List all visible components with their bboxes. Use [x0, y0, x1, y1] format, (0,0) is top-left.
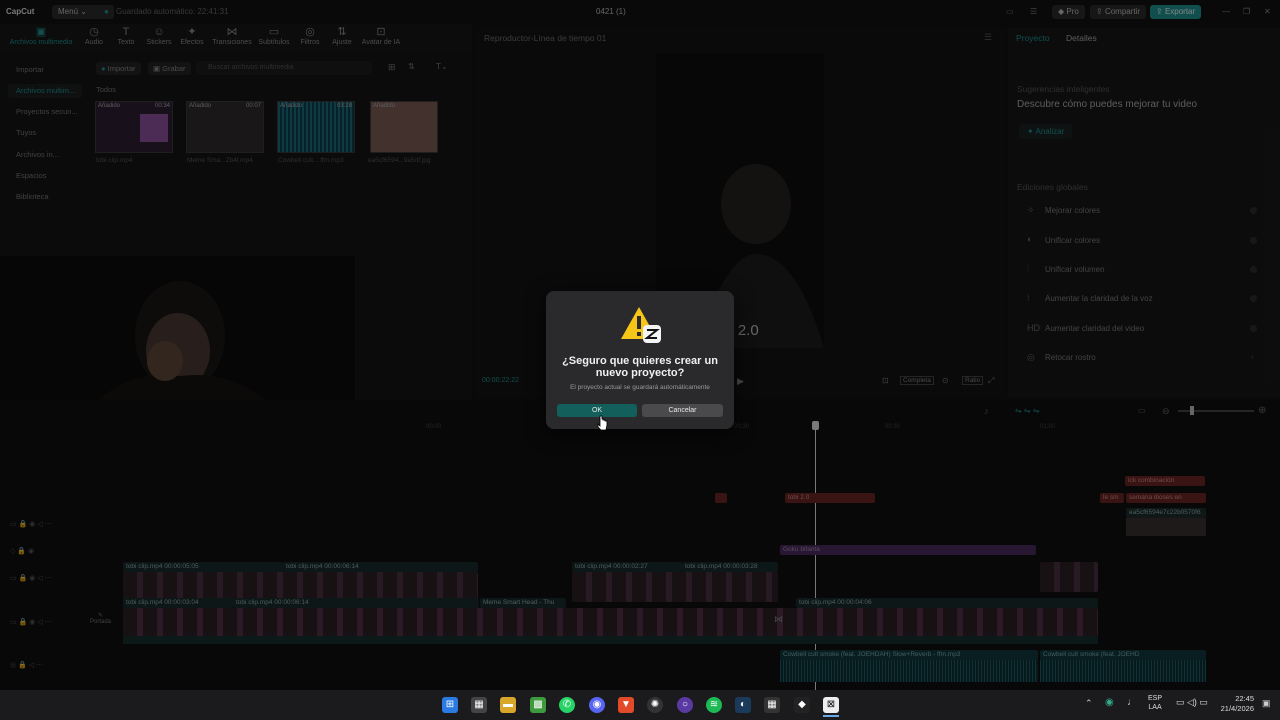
- tray-icon[interactable]: ◉: [1105, 697, 1114, 708]
- discord-icon[interactable]: ◉: [589, 697, 605, 713]
- mouse-cursor-icon: [597, 415, 608, 431]
- brave-icon[interactable]: ▼: [618, 697, 634, 713]
- spotify-icon[interactable]: ≋: [706, 697, 722, 713]
- dialog-subtitle: El proyecto actual se guardará automátic…: [570, 384, 710, 391]
- network-icon[interactable]: ▭ ◁) ▭: [1176, 697, 1208, 708]
- minecraft-icon[interactable]: ▩: [530, 697, 546, 713]
- new-project-dialog: ¿Seguro que quieres crear un nuevo proye…: [546, 291, 734, 429]
- whatsapp-icon[interactable]: ✆: [559, 697, 575, 713]
- steam-icon[interactable]: ◐: [735, 697, 751, 713]
- chevron-up-icon[interactable]: ⌃: [1085, 698, 1093, 709]
- mic-icon[interactable]: ♩: [1127, 697, 1137, 708]
- dialog-title: ¿Seguro que quieres crear un nuevo proye…: [562, 355, 718, 379]
- app-icon[interactable]: ○: [677, 697, 693, 713]
- clock[interactable]: 22:45 21/4/2026: [1212, 694, 1254, 714]
- chatgpt-icon[interactable]: ✺: [647, 697, 663, 713]
- notification-icon[interactable]: ▣: [1262, 698, 1271, 709]
- language-indicator[interactable]: ESP LAA: [1148, 694, 1162, 712]
- cancel-button[interactable]: Cancelar: [642, 404, 723, 417]
- active-indicator: [823, 715, 839, 717]
- capcut-icon[interactable]: ⊠: [823, 697, 839, 713]
- warning-icon: [621, 307, 661, 343]
- capcut-window: CapCut Menú ⌄ ● Guardado automático: 22:…: [0, 0, 1280, 720]
- start-icon[interactable]: ⊞: [442, 697, 458, 713]
- app-icon[interactable]: ▦: [764, 697, 780, 713]
- app-icon[interactable]: ◆: [794, 697, 810, 713]
- folder-icon[interactable]: ▬: [500, 697, 516, 713]
- calendar-icon[interactable]: ▦: [471, 697, 487, 713]
